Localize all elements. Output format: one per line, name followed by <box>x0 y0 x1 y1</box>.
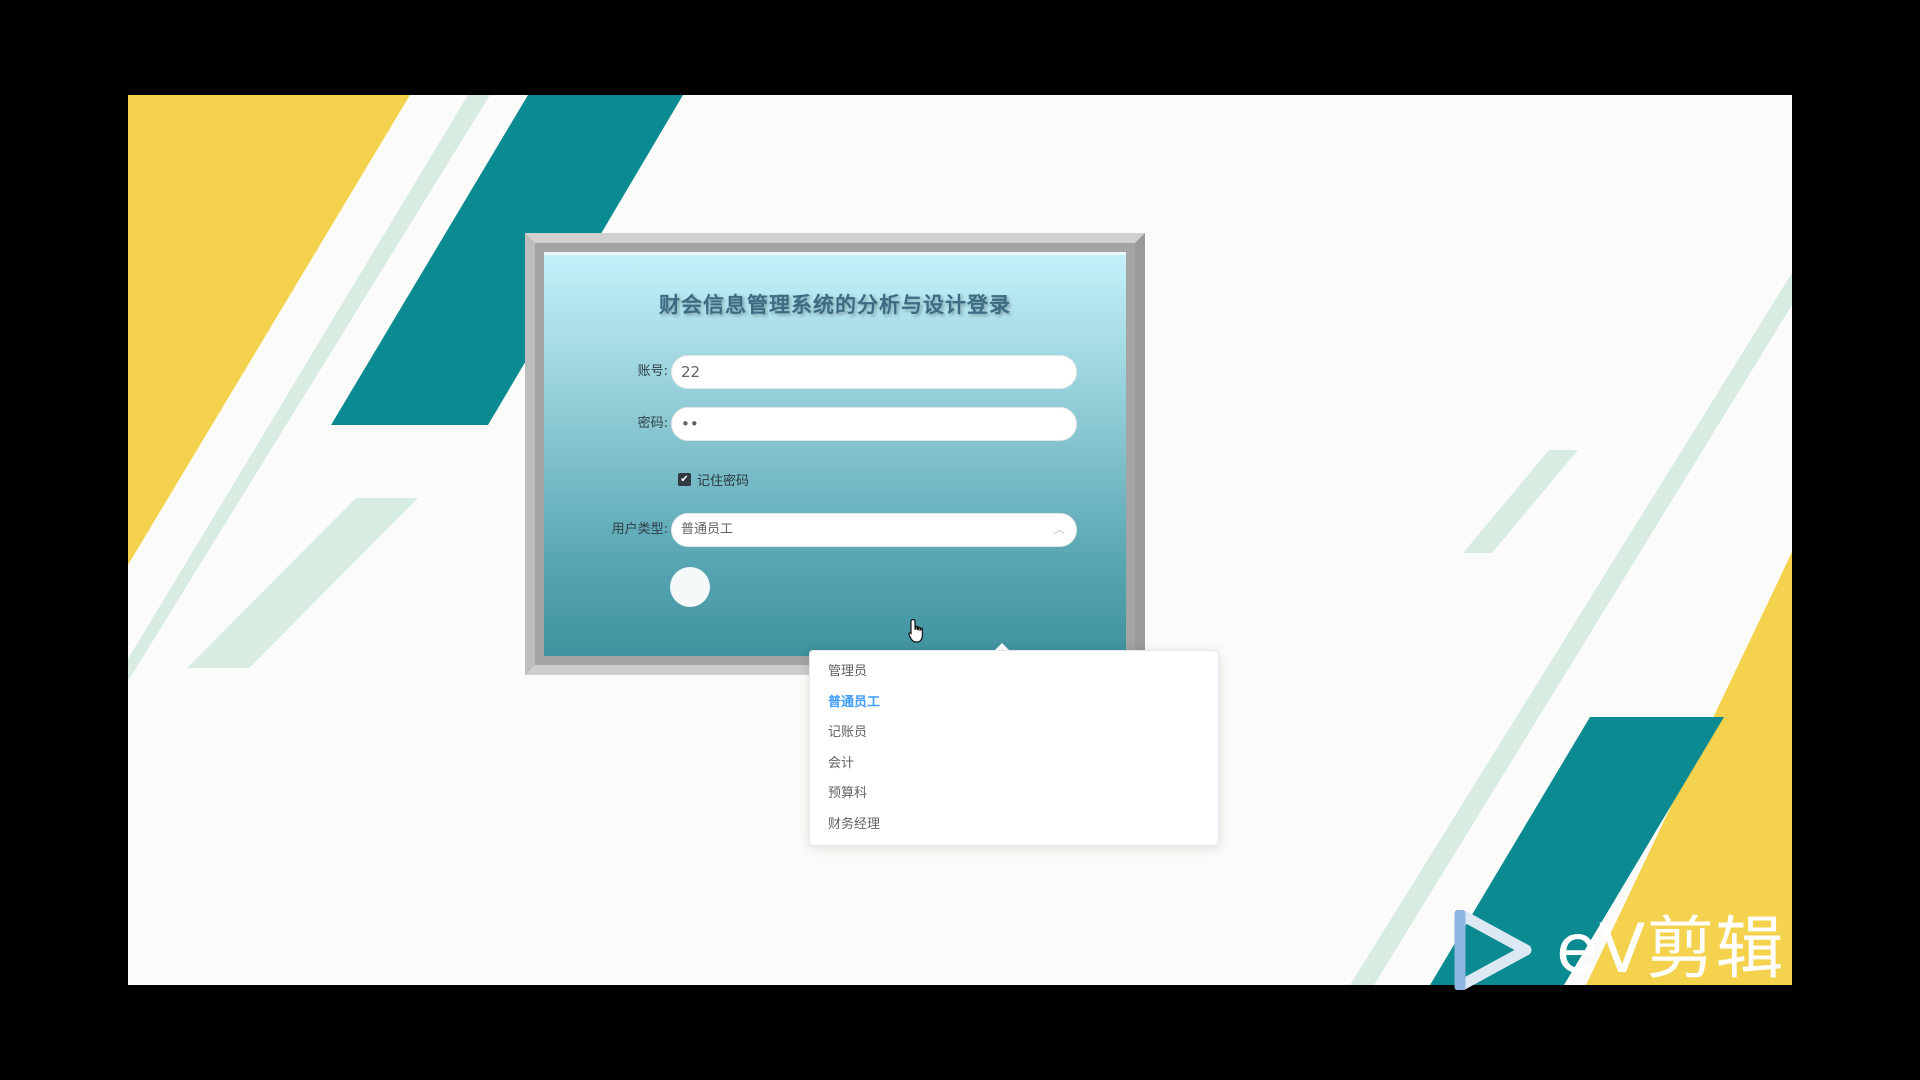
account-input[interactable] <box>671 355 1077 389</box>
password-label: 密码: <box>637 416 668 431</box>
user-type-selected-value: 普通员工 <box>681 522 734 537</box>
dropdown-caret <box>995 643 1009 650</box>
chevron-up-icon: ︿ <box>1054 523 1065 536</box>
password-row: 密码: <box>544 407 1126 441</box>
login-button[interactable] <box>670 567 710 607</box>
dropdown-option-bookkeeper[interactable]: 记账员 <box>810 718 1218 749</box>
dropdown-option-accountant[interactable]: 会计 <box>810 749 1218 780</box>
play-triangle-icon <box>1454 910 1532 990</box>
remember-password-row[interactable]: ✔ 记住密码 <box>678 470 750 489</box>
dropdown-option-budget[interactable]: 预算科 <box>810 779 1218 810</box>
account-label: 账号: <box>637 364 668 379</box>
login-title: 财会信息管理系统的分析与设计登录 <box>659 293 1011 317</box>
user-type-row: 用户类型: 普通员工 ︿ <box>544 513 1126 547</box>
user-type-dropdown: 管理员 普通员工 记账员 会计 预算科 财务经理 <box>809 650 1219 846</box>
watermark-text: eV剪辑 <box>1556 910 1785 989</box>
dropdown-option-admin[interactable]: 管理员 <box>810 657 1218 688</box>
watermark: eV剪辑 <box>1452 910 1784 990</box>
dropdown-option-employee[interactable]: 普通员工 <box>810 688 1218 719</box>
login-panel: 财会信息管理系统的分析与设计登录 账号: 密码: ✔ 记住密码 用户类型: 普通… <box>544 252 1126 656</box>
user-type-label: 用户类型: <box>611 522 668 537</box>
deco-yellow-left <box>128 95 410 565</box>
deco-mint-block-right <box>1463 450 1578 553</box>
check-icon[interactable]: ✔ <box>678 472 691 486</box>
user-type-select[interactable]: 普通员工 ︿ <box>671 513 1077 547</box>
account-row: 账号: <box>544 355 1126 389</box>
dropdown-option-finance-manager[interactable]: 财务经理 <box>810 810 1218 841</box>
hand-pointer-icon <box>908 618 923 643</box>
password-input[interactable] <box>671 407 1077 441</box>
remember-password-label: 记住密码 <box>697 473 750 489</box>
login-frame: 财会信息管理系统的分析与设计登录 账号: 密码: ✔ 记住密码 用户类型: 普通… <box>525 233 1145 675</box>
